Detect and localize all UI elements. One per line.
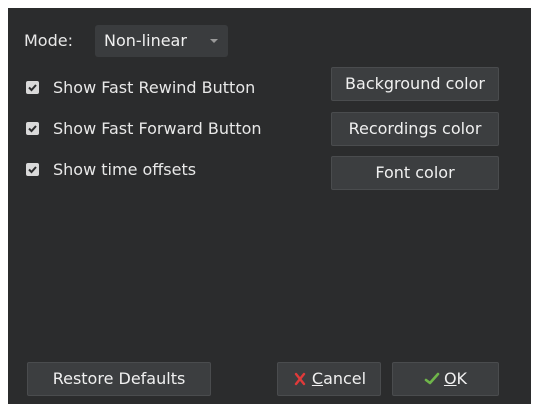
checkbox-label: Show time offsets: [53, 160, 197, 179]
restore-defaults-button[interactable]: Restore Defaults: [27, 362, 211, 396]
checkmark-icon: [424, 371, 440, 387]
chevron-down-icon: [210, 39, 218, 43]
font-color-button[interactable]: Font color: [331, 156, 499, 190]
cancel-label: Cancel: [311, 369, 367, 388]
background-color-button[interactable]: Background color: [331, 67, 499, 101]
ok-label: OK: [443, 369, 468, 388]
recordings-color-button[interactable]: Recordings color: [331, 112, 499, 146]
ok-button[interactable]: OK: [392, 362, 499, 396]
cancel-button[interactable]: Cancel: [277, 362, 381, 396]
mode-label: Mode:: [24, 31, 73, 50]
checkbox-checked-icon[interactable]: [26, 163, 39, 176]
checkbox-checked-icon[interactable]: [26, 81, 39, 94]
checkbox-label: Show Fast Forward Button: [53, 119, 262, 138]
mode-dropdown[interactable]: Non-linear: [95, 25, 228, 57]
checkbox-label: Show Fast Rewind Button: [53, 78, 256, 97]
x-icon: [292, 371, 308, 387]
checkbox-checked-icon[interactable]: [26, 122, 39, 135]
mode-dropdown-value: Non-linear: [104, 31, 187, 50]
settings-dialog: Mode: Non-linear Show Fast Rewind Button…: [8, 8, 531, 404]
